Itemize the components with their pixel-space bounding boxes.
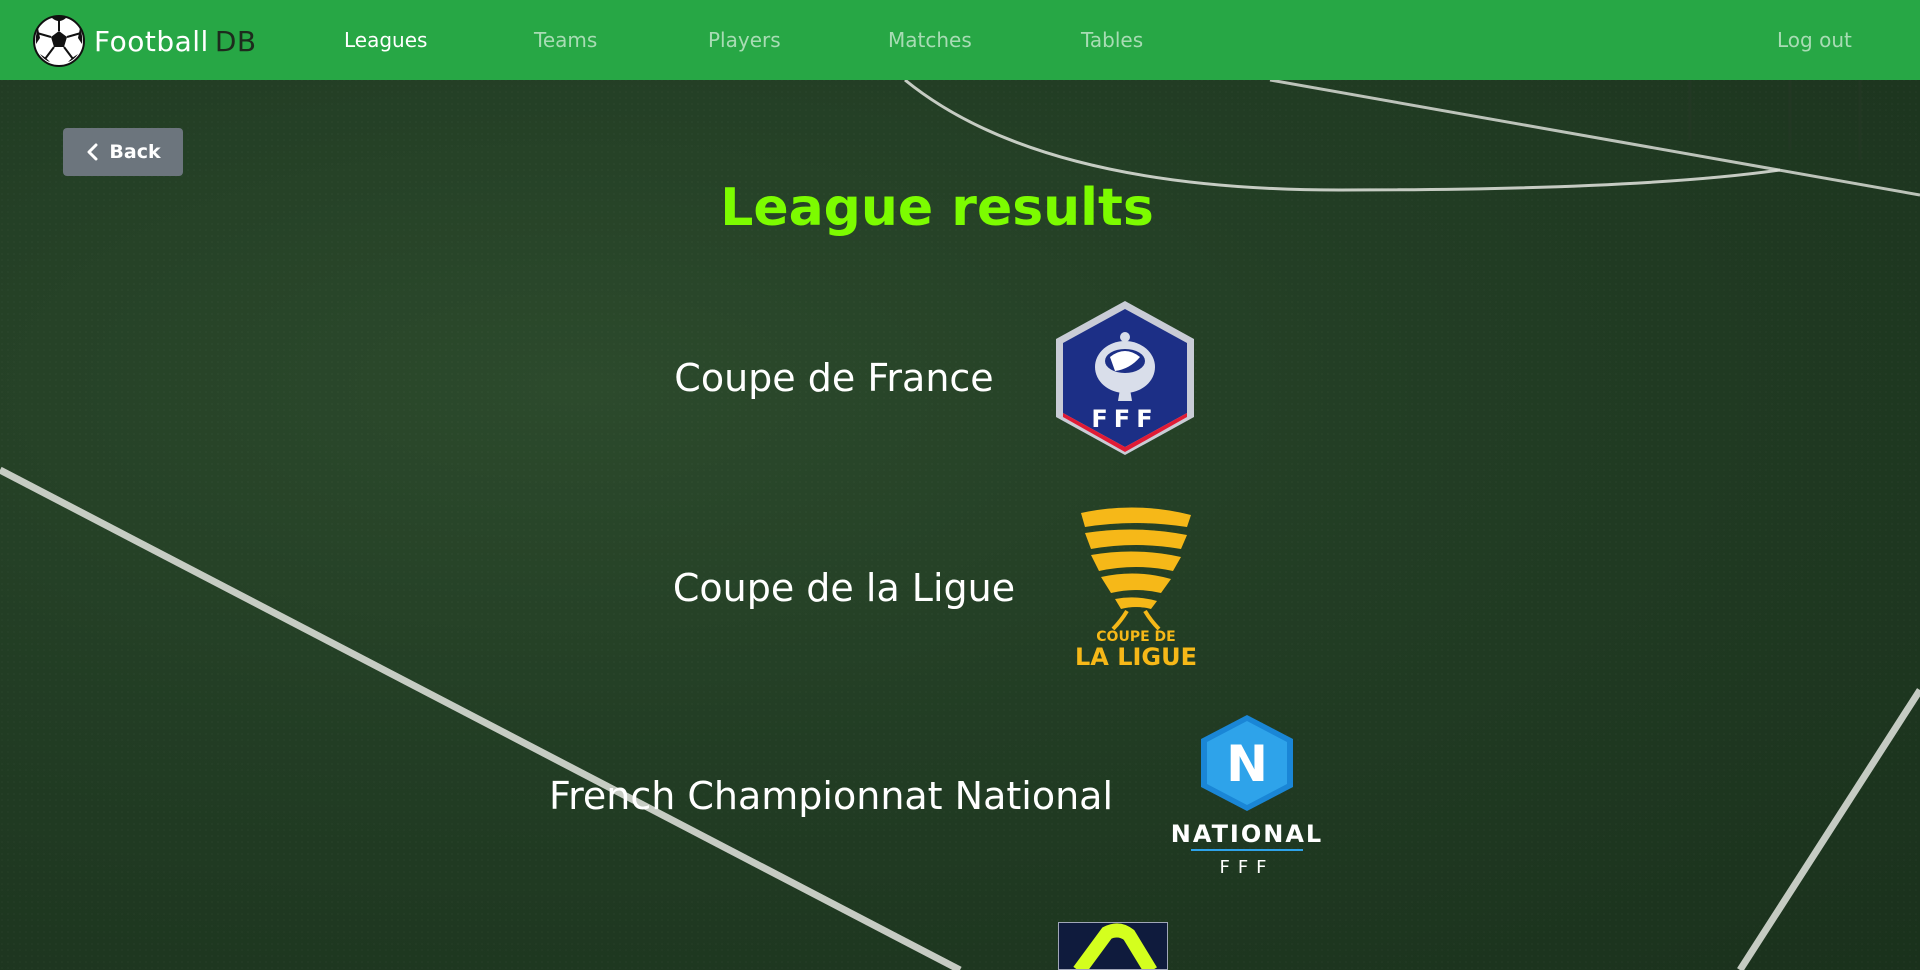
nav-tables[interactable]: Tables — [1081, 28, 1143, 52]
back-button-label: Back — [109, 141, 161, 163]
svg-text:FFF: FFF — [1091, 405, 1158, 433]
league-row-coupe-de-france: Coupe de France FFF — [0, 297, 1874, 459]
svg-text:N: N — [1226, 735, 1268, 793]
top-navbar: Football DB Leagues Teams Players Matches… — [0, 0, 1920, 80]
chevron-left-icon — [87, 143, 98, 161]
coupe-de-la-ligue-logo-icon[interactable]: COUPE DE LA LIGUE — [1071, 505, 1201, 671]
svg-text:FFF: FFF — [1219, 857, 1274, 878]
page-title: League results — [720, 178, 1154, 238]
brand-name: Football DB — [94, 24, 257, 58]
logout-link[interactable]: Log out — [1777, 28, 1852, 52]
fff-cup-logo-icon[interactable]: FFF — [1050, 297, 1200, 459]
brand-link[interactable]: Football DB — [32, 14, 257, 68]
svg-text:NATIONAL: NATIONAL — [1171, 820, 1323, 848]
league-row-championnat-national: French Championnat National N NATIONAL F… — [0, 713, 1874, 879]
next-league-logo-icon[interactable] — [1058, 922, 1168, 970]
ligue-logo-partial-icon — [1073, 923, 1157, 969]
nav-players[interactable]: Players — [708, 28, 781, 52]
league-row-coupe-de-la-ligue: Coupe de la Ligue COUPE DE LA LIGUE — [0, 505, 1874, 671]
league-link-coupe-de-france[interactable]: Coupe de France — [674, 356, 993, 400]
league-link-coupe-de-la-ligue[interactable]: Coupe de la Ligue — [673, 566, 1015, 610]
back-button[interactable]: Back — [63, 128, 183, 176]
nav-matches[interactable]: Matches — [888, 28, 972, 52]
soccer-ball-icon — [33, 15, 85, 67]
national-logo-icon[interactable]: N NATIONAL FFF — [1169, 713, 1325, 879]
nav-teams[interactable]: Teams — [534, 28, 597, 52]
league-link-championnat-national[interactable]: French Championnat National — [549, 774, 1113, 818]
svg-text:LA LIGUE: LA LIGUE — [1075, 643, 1197, 671]
nav-leagues[interactable]: Leagues — [344, 28, 427, 52]
